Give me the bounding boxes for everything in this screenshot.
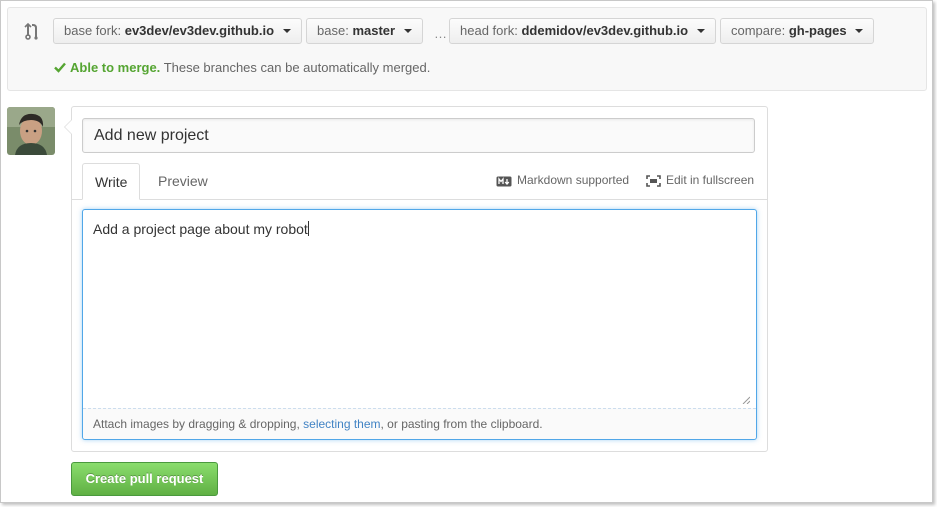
check-icon <box>54 62 66 73</box>
attach-images-bar[interactable]: Attach images by dragging & dropping, se… <box>83 408 756 439</box>
base-fork-value: ev3dev/ev3dev.github.io <box>124 23 275 38</box>
comment-editor: Add a project page about my robot Attach… <box>82 209 757 440</box>
tab-write[interactable]: Write <box>82 163 141 200</box>
compare-branch-label: compare: <box>731 23 786 38</box>
fullscreen-icon <box>646 175 661 187</box>
markdown-supported-link[interactable]: Markdown supported <box>496 173 629 187</box>
comment-body-text: Add a project page about my robot <box>93 221 308 237</box>
base-fork-select[interactable]: base fork: ev3dev/ev3dev.github.io <box>53 18 302 44</box>
base-fork-label: base fork: <box>64 23 122 38</box>
select-files-link[interactable]: selecting them <box>303 417 380 431</box>
markdown-label: Markdown supported <box>517 173 630 187</box>
resize-handle-icon[interactable] <box>742 396 750 404</box>
attach-suffix: , or pasting from the clipboard. <box>380 417 543 431</box>
compare-branch-value: gh-pages <box>788 23 847 38</box>
caret-down-icon <box>403 28 412 33</box>
head-fork-value: ddemidov/ev3dev.github.io <box>521 23 689 38</box>
markdown-icon <box>496 176 512 187</box>
attach-prefix: Attach images by dragging & dropping, <box>93 417 304 431</box>
text-cursor <box>307 221 309 236</box>
base-branch-value: master <box>352 23 396 38</box>
head-fork-label: head fork: <box>460 23 518 38</box>
create-pull-request-button[interactable]: Create pull request <box>71 462 218 496</box>
avatar-image <box>7 107 55 155</box>
tab-preview[interactable]: Preview <box>146 163 220 200</box>
head-fork-select[interactable]: head fork: ddemidov/ev3dev.github.io <box>449 18 716 44</box>
fullscreen-label: Edit in fullscreen <box>666 173 755 187</box>
compare-icon <box>24 22 38 40</box>
base-branch-select[interactable]: base: master <box>306 18 423 44</box>
avatar[interactable] <box>7 107 55 155</box>
compare-range-bar: base fork: ev3dev/ev3dev.github.io base:… <box>7 7 927 91</box>
merge-status-title: Able to merge. <box>70 60 161 75</box>
caret-down-icon <box>282 28 291 33</box>
fullscreen-button[interactable]: Edit in fullscreen <box>646 173 754 187</box>
caret-down-icon <box>696 28 705 33</box>
merge-status: Able to merge. These branches can be aut… <box>54 60 430 75</box>
title-input[interactable] <box>82 118 755 153</box>
pull-request-form: Write Preview Markdown supported Edit in… <box>64 106 768 452</box>
range-separator: … <box>434 26 447 41</box>
comment-body-textarea[interactable]: Add a project page about my robot <box>83 210 756 408</box>
base-branch-label: base: <box>317 23 349 38</box>
caret-down-icon <box>855 28 864 33</box>
page-frame: base fork: ev3dev/ev3dev.github.io base:… <box>0 0 933 503</box>
compare-branch-select[interactable]: compare: gh-pages <box>720 18 875 44</box>
merge-status-message: These branches can be automatically merg… <box>163 60 431 75</box>
